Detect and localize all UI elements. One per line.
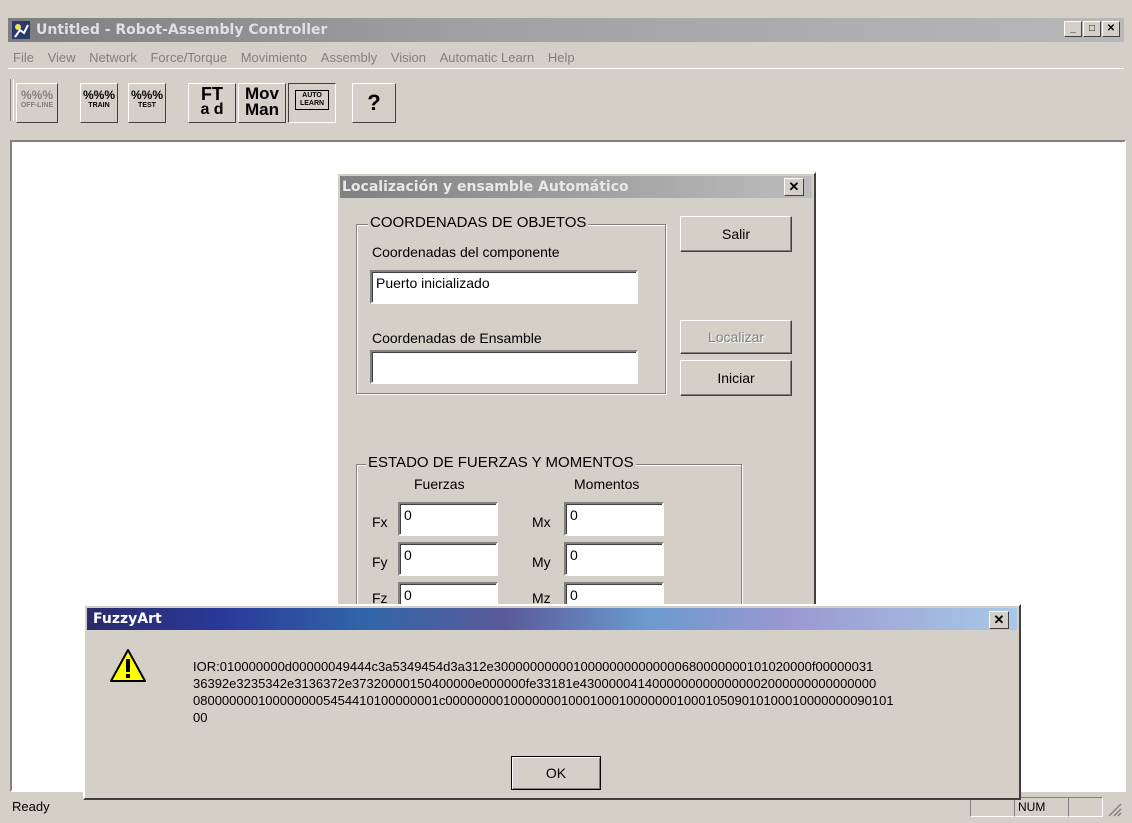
menu-assembly[interactable]: Assembly <box>316 46 382 69</box>
ft-label-bottom: a d <box>200 101 224 118</box>
movimiento-manual-button[interactable]: Mov Man <box>238 83 286 123</box>
iniciar-button[interactable]: Iniciar <box>680 360 792 396</box>
mx-field[interactable]: 0 <box>564 502 664 536</box>
component-coords-field[interactable]: Puerto inicializado <box>370 270 638 304</box>
menu-automatic-learn[interactable]: Automatic Learn <box>435 46 540 69</box>
mx-label: Mx <box>532 514 551 530</box>
assembly-coords-label: Coordenadas de Ensamble <box>372 330 542 346</box>
status-panel-scrl <box>1068 797 1103 817</box>
menu-file[interactable]: File <box>8 46 39 69</box>
fx-field[interactable]: 0 <box>398 502 498 536</box>
salir-button[interactable]: Salir <box>680 216 792 252</box>
help-icon: ? <box>367 90 381 115</box>
messagebox-title: FuzzyArt <box>93 611 162 627</box>
localizar-button[interactable]: Localizar <box>680 320 792 354</box>
menu-help[interactable]: Help <box>543 46 580 69</box>
auto-label: AUTO <box>302 92 322 99</box>
test-button[interactable]: %%% TEST <box>128 83 166 123</box>
fy-field[interactable]: 0 <box>398 542 498 576</box>
menu-view[interactable]: View <box>43 46 81 69</box>
robot-app-icon <box>12 21 30 39</box>
auto-learn-button[interactable]: AUTO LEARN <box>288 83 336 123</box>
moments-column-label: Momentos <box>574 476 640 492</box>
ok-button[interactable]: OK <box>511 756 601 790</box>
my-field[interactable]: 0 <box>564 542 664 576</box>
resize-grip-icon[interactable] <box>1106 801 1122 817</box>
fx-label: Fx <box>372 514 388 530</box>
messagebox-line: 0800000001000000005454410100000001c00000… <box>193 693 894 708</box>
forces-column-label: Fuerzas <box>414 476 465 492</box>
maximize-button[interactable]: □ <box>1083 21 1101 37</box>
train-label: TRAIN <box>88 102 110 109</box>
main-titlebar[interactable]: Untitled - Robot-Assembly Controller _ □… <box>8 18 1124 42</box>
close-button[interactable]: ✕ <box>1102 21 1120 37</box>
window-title: Untitled - Robot-Assembly Controller <box>36 22 328 38</box>
messagebox-text: IOR:010000000d00000049444c3a5349454d3a31… <box>193 658 1023 726</box>
force-torque-button[interactable]: FT a d <box>188 83 236 123</box>
minimize-button[interactable]: _ <box>1064 21 1082 37</box>
warning-icon <box>110 649 146 682</box>
mov-label-bottom: Man <box>245 100 279 119</box>
train-button[interactable]: %%% TRAIN <box>80 83 118 123</box>
messagebox-titlebar[interactable]: FuzzyArt <box>87 608 1017 630</box>
menu-bar: File View Network Force/Torque Movimient… <box>8 46 1124 66</box>
learn-label: LEARN <box>299 100 325 107</box>
status-panel-caps <box>970 797 1015 817</box>
dialog-close-button[interactable]: ✕ <box>784 178 804 196</box>
coordinates-group-label: COORDENADAS DE OBJETOS <box>368 214 589 231</box>
forces-group-label: ESTADO DE FUERZAS Y MOMENTOS <box>366 454 636 471</box>
ft-label-top: FT <box>201 84 223 104</box>
menu-vision[interactable]: Vision <box>386 46 431 69</box>
assembly-coords-field[interactable] <box>370 350 638 384</box>
fy-label: Fy <box>372 554 388 570</box>
fuzzyart-messagebox: FuzzyArt ✕ IOR:010000000d00000049444c3a5… <box>83 604 1021 800</box>
status-num: NUM <box>1014 797 1069 817</box>
offline-label: OFF-LINE <box>20 102 54 109</box>
network-icon: %%% <box>82 88 115 102</box>
offline-button[interactable]: %%% OFF-LINE <box>16 83 58 123</box>
messagebox-line: 36392e3235342e3136372e37320000150400000e… <box>193 676 877 691</box>
menu-movimiento[interactable]: Movimiento <box>236 46 312 69</box>
messagebox-close-button[interactable]: ✕ <box>989 611 1009 629</box>
messagebox-line: IOR:010000000d00000049444c3a5349454d3a31… <box>193 659 874 674</box>
component-coords-label: Coordenadas del componente <box>372 244 560 260</box>
test-label: TEST <box>138 102 156 109</box>
dialog-title: Localización y ensamble Automático <box>342 179 629 195</box>
help-button[interactable]: ? <box>352 83 396 123</box>
status-ready: Ready <box>12 799 50 814</box>
auto-learn-icon: AUTO LEARN <box>295 90 329 110</box>
my-label: My <box>532 554 551 570</box>
menu-network[interactable]: Network <box>84 46 142 69</box>
menu-force-torque[interactable]: Force/Torque <box>145 46 232 69</box>
dialog-titlebar[interactable]: Localización y ensamble Automático <box>340 176 812 198</box>
messagebox-line: 00 <box>193 710 208 725</box>
network-icon: %%% <box>130 88 163 102</box>
toolbar-grip <box>10 79 14 121</box>
localizacion-dialog: Localización y ensamble Automático ✕ COO… <box>336 172 816 636</box>
network-icon: %%% <box>20 88 53 102</box>
